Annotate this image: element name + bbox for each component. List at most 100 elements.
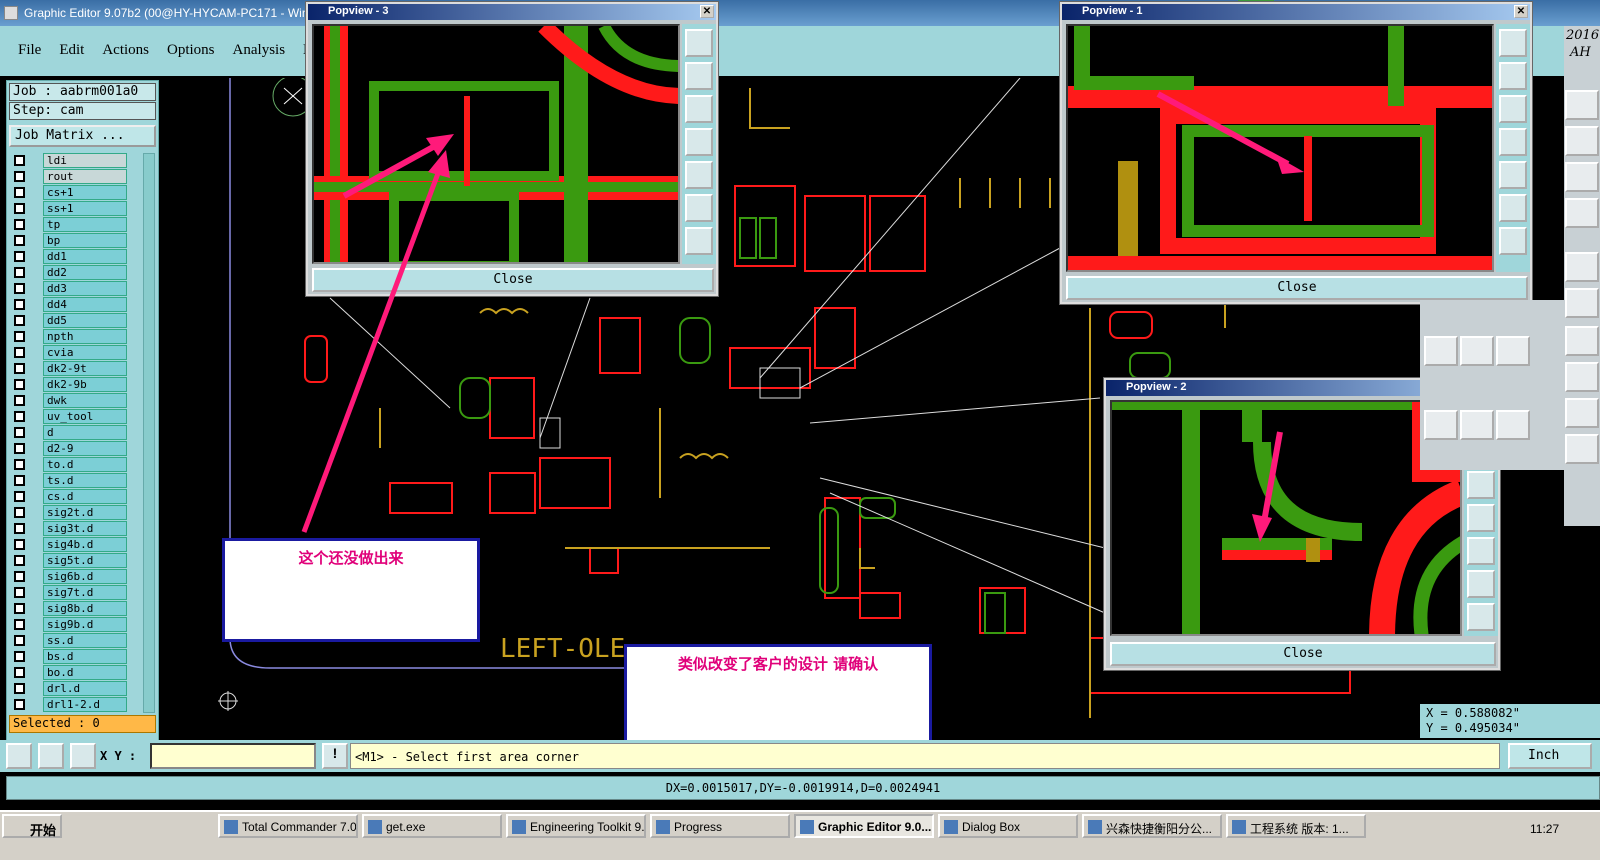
layer-name[interactable]: dd5	[43, 313, 127, 328]
popview-3-view[interactable]	[312, 24, 680, 264]
layer-row[interactable]: sig4b.d	[9, 537, 129, 552]
job-matrix-button[interactable]: Job Matrix ...	[9, 125, 156, 147]
layer-row[interactable]: ss.d	[9, 633, 129, 648]
pan-left-icon[interactable]	[1499, 128, 1527, 156]
draw-arc-icon[interactable]	[1424, 410, 1458, 440]
layer-name[interactable]: sig5t.d	[43, 553, 127, 568]
layer-name[interactable]: ldi	[43, 153, 127, 168]
task-total-commander[interactable]: Total Commander 7.0...	[218, 814, 358, 838]
layer-name[interactable]: rout	[43, 169, 127, 184]
layer-checkbox[interactable]	[14, 443, 25, 454]
alert-icon[interactable]: !	[322, 743, 348, 769]
zoom-out-icon[interactable]	[1467, 603, 1495, 631]
layer-row[interactable]: to.d	[9, 457, 129, 472]
layer-checkbox[interactable]	[14, 283, 25, 294]
layer-row[interactable]: cvia	[9, 345, 129, 360]
zoom-out-icon[interactable]	[685, 227, 713, 255]
layer-row[interactable]: sig8b.d	[9, 601, 129, 616]
layer-checkbox[interactable]	[14, 267, 25, 278]
layer-checkbox[interactable]	[14, 171, 25, 182]
pan-down-icon[interactable]	[685, 95, 713, 123]
layer-checkbox[interactable]	[14, 219, 25, 230]
layer-checkbox[interactable]	[14, 699, 25, 710]
popview-2-close-button[interactable]: Close	[1110, 642, 1496, 666]
menu-analysis[interactable]: Analysis	[233, 42, 286, 59]
layer-row[interactable]: drl1-2.d	[9, 697, 129, 712]
layer-checkbox[interactable]	[14, 187, 25, 198]
zoom-in-icon[interactable]	[685, 194, 713, 222]
layer-row[interactable]: dk2-9b	[9, 377, 129, 392]
layer-row[interactable]: sig2t.d	[9, 505, 129, 520]
layer-row[interactable]: sig9b.d	[9, 617, 129, 632]
layer-row[interactable]: sig6b.d	[9, 569, 129, 584]
layer-name[interactable]: dwk	[43, 393, 127, 408]
layer-name[interactable]: dk2-9b	[43, 377, 127, 392]
layer-name[interactable]: drl1-2.d	[43, 697, 127, 712]
layer-name[interactable]: cs+1	[43, 185, 127, 200]
layer-row[interactable]: ss+1	[9, 201, 129, 216]
layer-row[interactable]: dd2	[9, 265, 129, 280]
popview-2-view[interactable]	[1110, 400, 1462, 636]
menu-file[interactable]: File	[18, 42, 41, 59]
layer-checkbox[interactable]	[14, 315, 25, 326]
layer-checkbox[interactable]	[14, 411, 25, 422]
layer-checkbox[interactable]	[14, 203, 25, 214]
tool-line-icon[interactable]	[1565, 288, 1599, 318]
layer-name[interactable]: bs.d	[43, 649, 127, 664]
popview-1-close-icon[interactable]: ✕	[1514, 5, 1528, 18]
layer-checkbox[interactable]	[14, 475, 25, 486]
layer-name[interactable]: to.d	[43, 457, 127, 472]
task-progress[interactable]: Progress	[650, 814, 790, 838]
layer-row[interactable]: dd4	[9, 297, 129, 312]
layer-row[interactable]: cs+1	[9, 185, 129, 200]
layer-row[interactable]: dk2-9t	[9, 361, 129, 376]
layer-row[interactable]: tp	[9, 217, 129, 232]
layer-row[interactable]: bp	[9, 233, 129, 248]
layer-scrollbar[interactable]	[143, 153, 155, 713]
menu-options[interactable]: Options	[167, 42, 215, 59]
layer-row[interactable]: sig3t.d	[9, 521, 129, 536]
menu-edit[interactable]: Edit	[59, 42, 84, 59]
layer-name[interactable]: dd4	[43, 297, 127, 312]
layer-row[interactable]: ts.d	[9, 473, 129, 488]
pan-down-icon[interactable]	[1467, 471, 1495, 499]
layer-checkbox[interactable]	[14, 331, 25, 342]
task-engineering-system[interactable]: 工程系统 版本: 1...	[1226, 814, 1366, 838]
layer-row[interactable]: dd5	[9, 313, 129, 328]
layer-checkbox[interactable]	[14, 347, 25, 358]
layer-name[interactable]: drl.d	[43, 681, 127, 696]
layer-row[interactable]: bs.d	[9, 649, 129, 664]
layer-row[interactable]: drl.d	[9, 681, 129, 696]
layer-checkbox[interactable]	[14, 587, 25, 598]
pan-right-icon[interactable]	[1467, 537, 1495, 565]
pan-left-icon[interactable]	[685, 128, 713, 156]
popview-3-close-button[interactable]: Close	[312, 268, 714, 292]
snap-point-icon[interactable]	[1496, 410, 1530, 440]
layer-name[interactable]: tp	[43, 217, 127, 232]
menu-actions[interactable]: Actions	[102, 42, 149, 59]
layer-row[interactable]: d	[9, 425, 129, 440]
layer-checkbox[interactable]	[14, 299, 25, 310]
rotate-icon[interactable]	[1496, 336, 1530, 366]
layer-name[interactable]: ss+1	[43, 201, 127, 216]
layer-row[interactable]: uv_tool	[9, 409, 129, 424]
layer-row[interactable]: npth	[9, 329, 129, 344]
layer-name[interactable]: dk2-9t	[43, 361, 127, 376]
xy-input[interactable]	[150, 743, 316, 769]
layer-row[interactable]: rout	[9, 169, 129, 184]
layer-checkbox[interactable]	[14, 363, 25, 374]
layer-row[interactable]: cs.d	[9, 489, 129, 504]
zoom-in-icon[interactable]	[1499, 194, 1527, 222]
popview-1-close-button[interactable]: Close	[1066, 276, 1528, 300]
layer-name[interactable]: sig3t.d	[43, 521, 127, 536]
pan-right-icon[interactable]	[1499, 161, 1527, 189]
layer-checkbox[interactable]	[14, 619, 25, 630]
layer-name[interactable]: uv_tool	[43, 409, 127, 424]
layer-name[interactable]: sig8b.d	[43, 601, 127, 616]
layer-name[interactable]: dd3	[43, 281, 127, 296]
layer-name[interactable]: npth	[43, 329, 127, 344]
pan-up-icon[interactable]	[1499, 62, 1527, 90]
task-dialog-box[interactable]: Dialog Box	[938, 814, 1078, 838]
layer-checkbox[interactable]	[14, 603, 25, 614]
layer-checkbox[interactable]	[14, 459, 25, 470]
